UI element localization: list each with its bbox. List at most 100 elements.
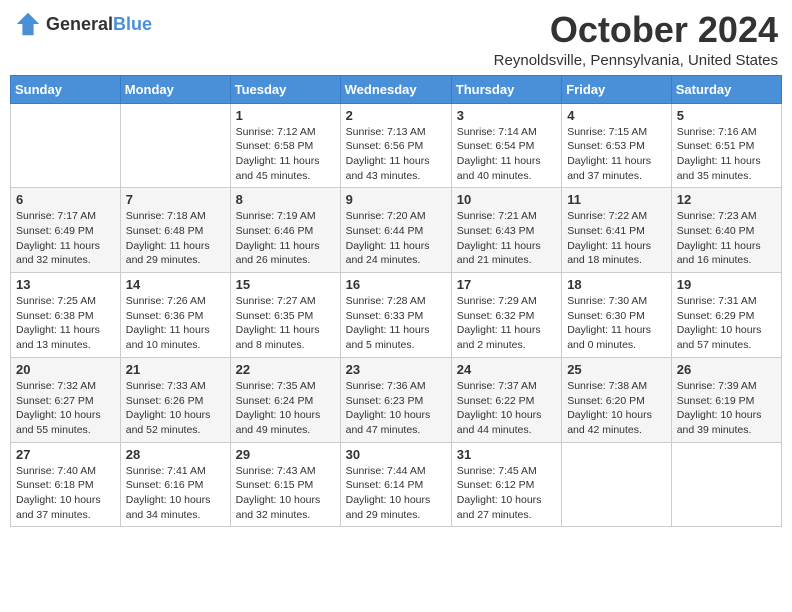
calendar-cell: 4 Sunrise: 7:15 AMSunset: 6:53 PMDaylight… xyxy=(562,103,672,188)
day-number: 20 xyxy=(16,362,115,377)
day-number: 14 xyxy=(126,277,225,292)
calendar-table: SundayMondayTuesdayWednesdayThursdayFrid… xyxy=(10,75,782,528)
cell-info: Sunrise: 7:18 AMSunset: 6:48 PMDaylight:… xyxy=(126,209,225,268)
weekday-header-sunday: Sunday xyxy=(11,75,121,103)
calendar-cell: 31 Sunrise: 7:45 AMSunset: 6:12 PMDayligh… xyxy=(451,442,561,527)
day-number: 16 xyxy=(346,277,446,292)
calendar-cell: 8 Sunrise: 7:19 AMSunset: 6:46 PMDaylight… xyxy=(230,188,340,273)
cell-info: Sunrise: 7:23 AMSunset: 6:40 PMDaylight:… xyxy=(677,209,776,268)
cell-info: Sunrise: 7:45 AMSunset: 6:12 PMDaylight:… xyxy=(457,464,556,523)
calendar-cell xyxy=(671,442,781,527)
calendar-week-row: 20Sunrise: 7:32 AMSunset: 6:27 PMDayligh… xyxy=(11,357,782,442)
cell-info: Sunrise: 7:40 AMSunset: 6:18 PMDaylight:… xyxy=(16,464,115,523)
weekday-header-monday: Monday xyxy=(120,75,230,103)
calendar-cell: 2 Sunrise: 7:13 AMSunset: 6:56 PMDaylight… xyxy=(340,103,451,188)
weekday-header-thursday: Thursday xyxy=(451,75,561,103)
cell-info: Sunrise: 7:39 AMSunset: 6:19 PMDaylight:… xyxy=(677,379,776,438)
logo-blue: Blue xyxy=(113,15,152,33)
cell-info: Sunrise: 7:29 AMSunset: 6:32 PMDaylight:… xyxy=(457,294,556,353)
calendar-cell: 9Sunrise: 7:20 AMSunset: 6:44 PMDaylight… xyxy=(340,188,451,273)
day-number: 29 xyxy=(236,447,335,462)
cell-info: Sunrise: 7:20 AMSunset: 6:44 PMDaylight:… xyxy=(346,209,446,268)
calendar-week-row: 13 Sunrise: 7:25 AMSunset: 6:38 PMDayligh… xyxy=(11,273,782,358)
title-section: October 2024 Reynoldsville, Pennsylvania… xyxy=(494,10,778,69)
cell-info: Sunrise: 7:15 AMSunset: 6:53 PMDaylight:… xyxy=(567,125,666,184)
logo: General Blue xyxy=(14,10,152,38)
weekday-header-wednesday: Wednesday xyxy=(340,75,451,103)
page-header: General Blue October 2024 Reynoldsville,… xyxy=(10,10,782,69)
calendar-cell xyxy=(562,442,672,527)
calendar-cell: 14Sunrise: 7:26 AMSunset: 6:36 PMDayligh… xyxy=(120,273,230,358)
calendar-cell: 28 Sunrise: 7:41 AMSunset: 6:16 PMDayligh… xyxy=(120,442,230,527)
day-number: 11 xyxy=(567,192,666,207)
calendar-cell: 18Sunrise: 7:30 AMSunset: 6:30 PMDayligh… xyxy=(562,273,672,358)
cell-info: Sunrise: 7:30 AMSunset: 6:30 PMDaylight:… xyxy=(567,294,666,353)
calendar-cell: 13 Sunrise: 7:25 AMSunset: 6:38 PMDayligh… xyxy=(11,273,121,358)
day-number: 10 xyxy=(457,192,556,207)
calendar-cell: 1 Sunrise: 7:12 AMSunset: 6:58 PMDaylight… xyxy=(230,103,340,188)
weekday-header-friday: Friday xyxy=(562,75,672,103)
calendar-cell xyxy=(11,103,121,188)
cell-info: Sunrise: 7:16 AMSunset: 6:51 PMDaylight:… xyxy=(677,125,776,184)
cell-info: Sunrise: 7:35 AMSunset: 6:24 PMDaylight:… xyxy=(236,379,335,438)
weekday-header-tuesday: Tuesday xyxy=(230,75,340,103)
cell-info: Sunrise: 7:17 AMSunset: 6:49 PMDaylight:… xyxy=(16,209,115,268)
cell-info: Sunrise: 7:43 AMSunset: 6:15 PMDaylight:… xyxy=(236,464,335,523)
cell-info: Sunrise: 7:41 AMSunset: 6:16 PMDaylight:… xyxy=(126,464,225,523)
cell-info: Sunrise: 7:22 AMSunset: 6:41 PMDaylight:… xyxy=(567,209,666,268)
calendar-cell: 15 Sunrise: 7:27 AMSunset: 6:35 PMDayligh… xyxy=(230,273,340,358)
calendar-cell: 30Sunrise: 7:44 AMSunset: 6:14 PMDayligh… xyxy=(340,442,451,527)
logo-text: General Blue xyxy=(46,15,152,33)
day-number: 23 xyxy=(346,362,446,377)
calendar-cell: 3Sunrise: 7:14 AMSunset: 6:54 PMDaylight… xyxy=(451,103,561,188)
cell-info: Sunrise: 7:36 AMSunset: 6:23 PMDaylight:… xyxy=(346,379,446,438)
cell-info: Sunrise: 7:19 AMSunset: 6:46 PMDaylight:… xyxy=(236,209,335,268)
day-number: 4 xyxy=(567,108,666,123)
day-number: 17 xyxy=(457,277,556,292)
day-number: 15 xyxy=(236,277,335,292)
day-number: 3 xyxy=(457,108,556,123)
day-number: 6 xyxy=(16,192,115,207)
day-number: 1 xyxy=(236,108,335,123)
day-number: 26 xyxy=(677,362,776,377)
day-number: 30 xyxy=(346,447,446,462)
day-number: 12 xyxy=(677,192,776,207)
calendar-week-row: 6 Sunrise: 7:17 AMSunset: 6:49 PMDaylight… xyxy=(11,188,782,273)
day-number: 13 xyxy=(16,277,115,292)
day-number: 25 xyxy=(567,362,666,377)
day-number: 5 xyxy=(677,108,776,123)
cell-info: Sunrise: 7:27 AMSunset: 6:35 PMDaylight:… xyxy=(236,294,335,353)
cell-info: Sunrise: 7:33 AMSunset: 6:26 PMDaylight:… xyxy=(126,379,225,438)
calendar-cell: 20Sunrise: 7:32 AMSunset: 6:27 PMDayligh… xyxy=(11,357,121,442)
cell-info: Sunrise: 7:13 AMSunset: 6:56 PMDaylight:… xyxy=(346,125,446,184)
calendar-cell: 23 Sunrise: 7:36 AMSunset: 6:23 PMDayligh… xyxy=(340,357,451,442)
calendar-cell: 26 Sunrise: 7:39 AMSunset: 6:19 PMDayligh… xyxy=(671,357,781,442)
cell-info: Sunrise: 7:12 AMSunset: 6:58 PMDaylight:… xyxy=(236,125,335,184)
day-number: 19 xyxy=(677,277,776,292)
calendar-cell: 22Sunrise: 7:35 AMSunset: 6:24 PMDayligh… xyxy=(230,357,340,442)
calendar-week-row: 27Sunrise: 7:40 AMSunset: 6:18 PMDayligh… xyxy=(11,442,782,527)
calendar-cell: 12 Sunrise: 7:23 AMSunset: 6:40 PMDayligh… xyxy=(671,188,781,273)
month-title: October 2024 xyxy=(494,10,778,50)
day-number: 2 xyxy=(346,108,446,123)
cell-info: Sunrise: 7:37 AMSunset: 6:22 PMDaylight:… xyxy=(457,379,556,438)
day-number: 8 xyxy=(236,192,335,207)
cell-info: Sunrise: 7:31 AMSunset: 6:29 PMDaylight:… xyxy=(677,294,776,353)
day-number: 28 xyxy=(126,447,225,462)
day-number: 7 xyxy=(126,192,225,207)
logo-icon xyxy=(14,10,42,38)
location-title: Reynoldsville, Pennsylvania, United Stat… xyxy=(494,52,778,69)
calendar-cell: 10 Sunrise: 7:21 AMSunset: 6:43 PMDayligh… xyxy=(451,188,561,273)
day-number: 24 xyxy=(457,362,556,377)
calendar-cell: 5 Sunrise: 7:16 AMSunset: 6:51 PMDaylight… xyxy=(671,103,781,188)
cell-info: Sunrise: 7:28 AMSunset: 6:33 PMDaylight:… xyxy=(346,294,446,353)
calendar-cell xyxy=(120,103,230,188)
cell-info: Sunrise: 7:25 AMSunset: 6:38 PMDaylight:… xyxy=(16,294,115,353)
weekday-header-saturday: Saturday xyxy=(671,75,781,103)
cell-info: Sunrise: 7:21 AMSunset: 6:43 PMDaylight:… xyxy=(457,209,556,268)
calendar-cell: 17 Sunrise: 7:29 AMSunset: 6:32 PMDayligh… xyxy=(451,273,561,358)
calendar-cell: 7 Sunrise: 7:18 AMSunset: 6:48 PMDaylight… xyxy=(120,188,230,273)
calendar-cell: 21Sunrise: 7:33 AMSunset: 6:26 PMDayligh… xyxy=(120,357,230,442)
day-number: 31 xyxy=(457,447,556,462)
calendar-cell: 25Sunrise: 7:38 AMSunset: 6:20 PMDayligh… xyxy=(562,357,672,442)
